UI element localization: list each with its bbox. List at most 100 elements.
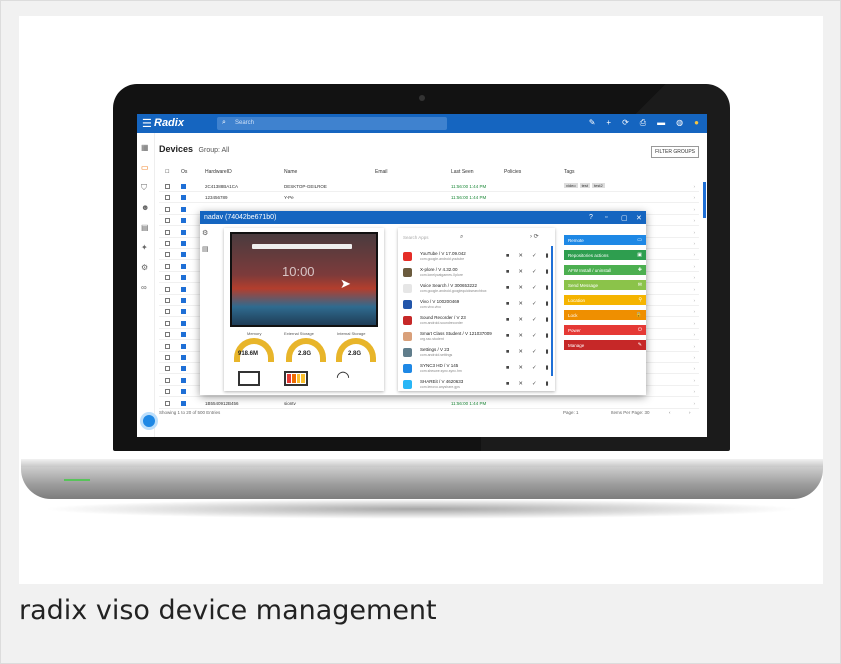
row-checkbox[interactable] bbox=[165, 275, 170, 281]
filter-groups-button[interactable]: FILTER GROUPS bbox=[651, 146, 699, 158]
action-button-remote[interactable]: Remote ▭ bbox=[564, 235, 646, 245]
uninstall-icon[interactable]: ✕ bbox=[518, 317, 523, 323]
table-scrollbar[interactable] bbox=[703, 182, 706, 218]
app-list-item[interactable]: Settings / V 23 com.android.settings ■ ✕ ✓ ▮ bbox=[402, 346, 550, 360]
uninstall-icon[interactable]: ✕ bbox=[518, 365, 523, 371]
chat-button[interactable] bbox=[140, 412, 158, 430]
message-icon[interactable]: ▬ bbox=[657, 118, 665, 128]
dashboard-icon[interactable]: ▦ bbox=[141, 143, 149, 152]
check-icon[interactable]: ✓ bbox=[532, 381, 537, 387]
refresh-icon[interactable]: ⟳ bbox=[622, 118, 629, 128]
stop-icon[interactable]: ■ bbox=[506, 381, 509, 387]
col-tags[interactable]: Tags bbox=[564, 169, 575, 175]
header-select-checkbox[interactable]: ☐ bbox=[165, 169, 169, 175]
stop-icon[interactable]: ■ bbox=[506, 301, 509, 307]
app-list-scrollbar[interactable] bbox=[551, 246, 553, 376]
row-checkbox[interactable] bbox=[165, 241, 170, 246]
table-row[interactable]: 1B5540912B456 siontv 11:56:00 1:44 PM › bbox=[159, 399, 699, 409]
delete-icon[interactable]: ▮ bbox=[546, 301, 549, 307]
check-icon[interactable]: ✓ bbox=[532, 333, 537, 339]
action-button-lock[interactable]: Lock 🔒 bbox=[564, 310, 646, 320]
row-checkbox[interactable] bbox=[165, 389, 170, 395]
stop-icon[interactable]: ■ bbox=[506, 269, 509, 275]
delete-icon[interactable]: ▮ bbox=[546, 381, 549, 387]
row-checkbox[interactable] bbox=[165, 400, 170, 406]
delete-icon[interactable]: ▮ bbox=[546, 317, 549, 323]
check-icon[interactable]: ✓ bbox=[532, 285, 537, 291]
tag-chip[interactable]: test2 bbox=[592, 183, 605, 188]
brand-logo[interactable]: Radix bbox=[154, 117, 184, 129]
print-icon[interactable]: ⎙ bbox=[640, 118, 646, 128]
row-checkbox[interactable] bbox=[165, 309, 170, 315]
app-list-item[interactable]: Smart Class Student / V 121037009 org.ssc… bbox=[402, 330, 550, 344]
row-checkbox[interactable] bbox=[165, 195, 170, 201]
row-checkbox[interactable] bbox=[165, 252, 170, 258]
action-button-repositories-actions[interactable]: Repositories actions ▣ bbox=[564, 250, 646, 260]
shield-icon[interactable]: ⛉ bbox=[141, 183, 147, 193]
chevron-right-icon[interactable]: › bbox=[694, 378, 696, 383]
app-list-item[interactable]: SYNC3 HD / V 145 com.sheuwe.sync.sync.hm ■… bbox=[402, 362, 550, 376]
app-list-item[interactable]: Vivo / V 100200469 com.vivo.vivo ■ ✕ ✓ ▮ bbox=[402, 298, 550, 312]
stop-icon[interactable]: ■ bbox=[506, 285, 509, 291]
chevron-right-icon[interactable]: › bbox=[694, 184, 696, 189]
row-checkbox[interactable] bbox=[165, 286, 170, 292]
apps-refresh-icon[interactable]: › ⟳ bbox=[530, 233, 539, 240]
chevron-right-icon[interactable]: › bbox=[694, 218, 696, 223]
delete-icon[interactable]: ▮ bbox=[546, 349, 549, 355]
action-button-manage[interactable]: Manage ✎ bbox=[564, 340, 646, 350]
uninstall-icon[interactable]: ✕ bbox=[518, 381, 523, 387]
next-page-button[interactable]: › bbox=[689, 410, 691, 415]
android-icon[interactable]: ✦ bbox=[141, 243, 148, 252]
chevron-right-icon[interactable]: › bbox=[694, 389, 696, 394]
app-list-item[interactable]: YouTube / V 17.09.042 com.google.android.… bbox=[402, 250, 550, 264]
uninstall-icon[interactable]: ✕ bbox=[518, 285, 523, 291]
col-os[interactable]: Os bbox=[181, 169, 187, 175]
chevron-right-icon[interactable]: › bbox=[694, 366, 696, 371]
add-icon[interactable]: + bbox=[606, 118, 611, 128]
row-checkbox[interactable] bbox=[165, 184, 170, 189]
chevron-right-icon[interactable]: › bbox=[694, 252, 696, 257]
chevron-right-icon[interactable]: › bbox=[694, 275, 696, 280]
device-info-icon[interactable]: ⚙ bbox=[202, 229, 208, 237]
check-icon[interactable]: ✓ bbox=[532, 253, 537, 259]
table-row[interactable]: 123456789 Y-Pe 11:56:00 1:44 PM › bbox=[159, 193, 699, 204]
stop-icon[interactable]: ■ bbox=[506, 333, 509, 339]
action-button-power[interactable]: Power ⏻ bbox=[564, 325, 646, 335]
settings-icon[interactable]: ⚙ bbox=[141, 263, 148, 272]
screen-icon[interactable]: ▤ bbox=[202, 245, 209, 253]
row-checkbox[interactable] bbox=[165, 343, 170, 349]
row-checkbox[interactable] bbox=[165, 332, 170, 338]
row-checkbox[interactable] bbox=[165, 218, 170, 224]
delete-icon[interactable]: ▮ bbox=[546, 253, 549, 259]
row-checkbox[interactable] bbox=[165, 263, 170, 269]
row-checkbox[interactable] bbox=[165, 206, 170, 212]
link-icon[interactable]: ∞ bbox=[141, 283, 147, 292]
delete-icon[interactable]: ▮ bbox=[546, 285, 549, 291]
search-input[interactable]: ⌕ Search bbox=[217, 117, 447, 130]
col-name[interactable]: Name bbox=[284, 169, 297, 175]
prev-page-button[interactable]: ‹ bbox=[669, 410, 671, 415]
row-checkbox[interactable] bbox=[165, 355, 170, 360]
uninstall-icon[interactable]: ✕ bbox=[518, 349, 523, 355]
row-checkbox[interactable] bbox=[165, 320, 170, 326]
user-avatar-icon[interactable]: ● bbox=[694, 118, 699, 128]
app-search-input[interactable]: Search Apps ⌕ bbox=[403, 234, 463, 240]
col-policies[interactable]: Policies bbox=[504, 169, 521, 175]
items-per-page-select[interactable]: Items Per Page: 30 bbox=[611, 410, 650, 415]
check-icon[interactable]: ✓ bbox=[532, 317, 537, 323]
col-last-seen[interactable]: Last Seen bbox=[451, 169, 474, 175]
col-hardwareid[interactable]: HardwareID bbox=[205, 169, 232, 175]
minimize-icon[interactable]: ▫ bbox=[605, 214, 607, 221]
hamburger-menu-icon[interactable]: ☰ bbox=[142, 117, 152, 130]
stop-icon[interactable]: ■ bbox=[506, 365, 509, 371]
devices-icon[interactable]: ▭ bbox=[141, 163, 149, 172]
chevron-right-icon[interactable]: › bbox=[694, 264, 696, 269]
chevron-right-icon[interactable]: › bbox=[694, 195, 696, 200]
tag-chip[interactable]: video bbox=[564, 183, 578, 188]
help-icon[interactable]: ? bbox=[589, 214, 593, 221]
app-list-item[interactable]: Voice Search / V 300653222 com.google.and… bbox=[402, 282, 550, 296]
action-button-send-message[interactable]: Send Message ✉ bbox=[564, 280, 646, 290]
delete-icon[interactable]: ▮ bbox=[546, 365, 549, 371]
chevron-right-icon[interactable]: › bbox=[694, 344, 696, 349]
tools-icon[interactable]: ✎ bbox=[589, 118, 596, 128]
